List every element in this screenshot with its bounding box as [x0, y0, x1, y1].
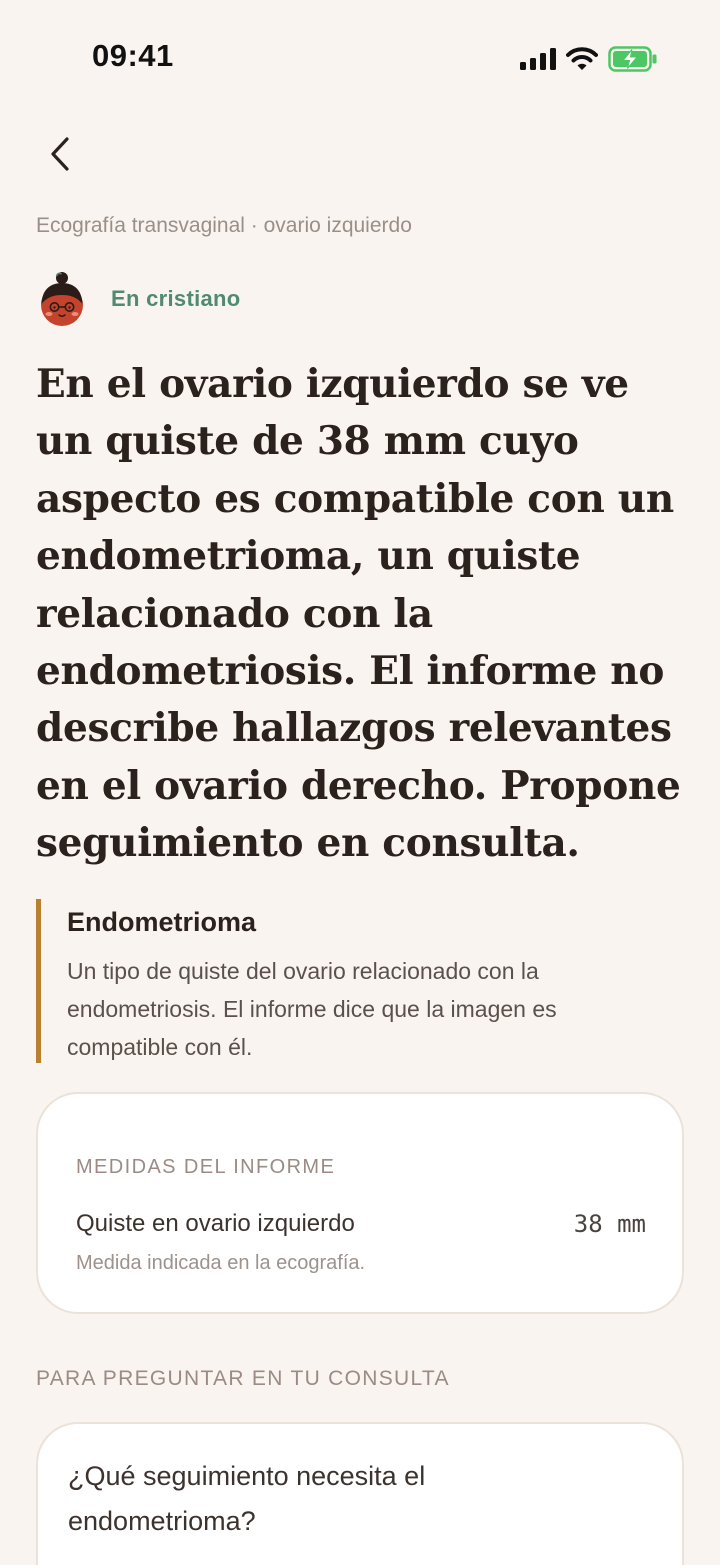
signal-icon: [520, 48, 556, 70]
definition-callout: Endometrioma Un tipo de quiste del ovari…: [36, 899, 684, 1063]
persona-label: En cristiano: [111, 286, 241, 311]
question-card[interactable]: ¿Qué seguimiento necesita el endometriom…: [36, 1422, 684, 1565]
questions-title: PARA PREGUNTAR EN TU CONSULTA: [36, 1367, 450, 1390]
chevron-left-icon: [51, 137, 69, 171]
wifi-icon: [566, 47, 598, 70]
measurement-name: Quiste en ovario izquierdo: [76, 1210, 355, 1237]
status-icons: [520, 44, 658, 74]
status-time: 09:41: [92, 38, 174, 73]
back-button[interactable]: [40, 130, 84, 178]
breadcrumb: Ecografía transvaginal · ovario izquierd…: [36, 214, 412, 237]
battery-charging-icon: [608, 46, 657, 72]
persona-row: En cristiano: [36, 270, 241, 328]
measurements-title: MEDIDAS DEL INFORME: [76, 1156, 336, 1178]
summary-headline: En el ovario izquierdo se ve un quiste d…: [36, 361, 681, 867]
definition-text: Un tipo de quiste del ovario relacionado…: [67, 958, 557, 1060]
measurements-card: MEDIDAS DEL INFORME Quiste en ovario izq…: [36, 1092, 684, 1314]
question-text: ¿Qué seguimiento necesita el endometriom…: [68, 1461, 426, 1536]
measurement-value: 38 mm: [573, 1210, 646, 1238]
app-screen: 09:41 Ecografía transvaginal · ovario iz…: [0, 0, 720, 1565]
status-bar: 09:41: [0, 0, 720, 110]
measurement-note: Medida indicada en la ecografía.: [76, 1252, 366, 1274]
doctor-avatar-icon: [41, 272, 83, 326]
definition-term: Endometrioma: [67, 907, 257, 937]
